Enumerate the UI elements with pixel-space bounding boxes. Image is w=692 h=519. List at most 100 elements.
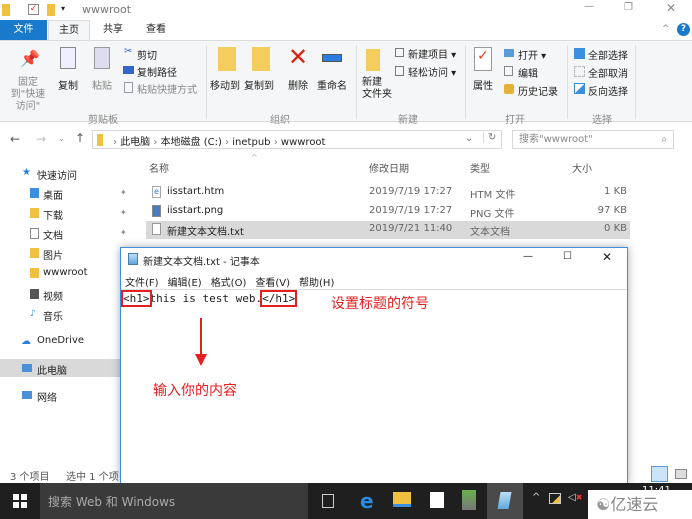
help-icon[interactable]: ? [677,23,690,36]
invert-selection-button[interactable]: 反向选择 [588,83,628,98]
menu-edit[interactable]: 编辑(E) [168,278,202,289]
sidebar-item-videos[interactable]: 视频 [43,288,63,303]
paste-shortcut-button[interactable]: 粘贴快捷方式 [137,81,197,96]
recent-dropdown-icon[interactable]: ⌄ [58,134,65,143]
open-tag-text: <h1> [121,290,152,307]
divider [356,45,357,119]
pin-icon[interactable]: ✦ [120,208,127,217]
new-item-button[interactable]: 新建项目 ▾ [408,46,456,61]
sidebar-item-quick-access[interactable]: 快速访问 [37,167,77,182]
column-header-date[interactable]: 修改日期 [369,160,409,175]
address-dropdown-icon[interactable]: ⌄ [465,133,473,144]
menu-file[interactable]: 文件(F) [125,278,159,289]
show-hidden-icons[interactable]: ^ [532,492,540,503]
table-row[interactable]: iisstart.png 2019/7/19 17:27 PNG 文件 97 K… [146,203,630,221]
edge-icon[interactable]: e [360,489,374,513]
column-header-size[interactable]: 大小 [572,160,592,175]
table-row-selected[interactable]: 新建文本文档.txt 2019/7/21 11:40 文本文档 0 KB [146,221,630,239]
breadcrumb-wwwroot[interactable]: wwwroot [281,137,326,148]
tab-share[interactable]: 共享 [92,20,134,40]
menu-view[interactable]: 查看(V) [255,278,290,289]
table-row[interactable]: e iisstart.htm 2019/7/19 17:27 HTM 文件 1 … [146,184,630,202]
sidebar-item-wwwroot[interactable]: wwwroot [43,267,88,278]
sidebar-item-this-pc[interactable]: 此电脑 [37,362,67,377]
select-none-button[interactable]: 全部取消 [588,65,628,80]
open-button[interactable]: 打开 ▾ [518,47,546,62]
sidebar-item-onedrive[interactable]: OneDrive [37,335,84,346]
tab-home[interactable]: 主页 [48,20,90,41]
column-header-name[interactable]: 名称 [149,160,169,175]
new-folder-button[interactable]: 新建 文件夹 [362,77,392,101]
tab-file[interactable]: 文件 [0,20,47,40]
customize-dropdown-icon[interactable]: ▾ [61,4,65,13]
history-icon [504,84,514,94]
volume-muted-icon[interactable]: ◁✖ [568,492,582,503]
minimize-button[interactable]: — [584,1,594,12]
breadcrumb-inetpub[interactable]: inetpub [232,137,270,148]
back-button[interactable]: ← [10,132,20,146]
paste-button[interactable]: 粘贴 [92,77,112,92]
taskbar-search-placeholder: 搜索 Web 和 Windows [48,495,176,509]
refresh-icon[interactable]: ↻ [483,132,496,143]
sidebar-item-music[interactable]: 音乐 [43,308,63,323]
easy-access-icon [395,66,404,76]
close-button[interactable]: ✕ [666,1,676,15]
properties-quick-icon[interactable]: ✓ [28,4,39,15]
file-date: 2019/7/19 17:27 [369,205,453,216]
rename-button[interactable]: 重命名 [317,77,347,92]
pin-icon[interactable]: ✦ [120,188,127,197]
sidebar-item-downloads[interactable]: 下载 [43,207,63,222]
menu-help[interactable]: 帮助(H) [299,278,334,289]
tab-view[interactable]: 查看 [135,20,177,40]
address-bar[interactable]: › 此电脑 › 本地磁盘 (C:) › inetpub › wwwroot ⌄ … [92,130,502,149]
edit-button[interactable]: 编辑 [518,65,538,80]
delete-button[interactable]: 删除 [288,77,308,92]
details-view-button[interactable] [651,466,668,482]
easy-access-button[interactable]: 轻松访问 ▾ [408,64,456,79]
copy-path-button[interactable]: 复制路径 [137,64,177,79]
breadcrumb-local-disk[interactable]: 本地磁盘 (C:) [161,137,222,148]
sidebar-item-pictures[interactable]: 图片 [43,247,63,262]
menu-format[interactable]: 格式(O) [211,278,247,289]
notepad-close-button[interactable]: ✕ [602,250,612,264]
new-folder-quick-icon[interactable] [47,4,55,16]
server-manager-icon[interactable] [462,490,476,510]
pin-icon[interactable]: ✦ [120,228,127,237]
forward-button[interactable]: → [36,132,46,146]
sort-arrow-icon: ^ [251,153,258,162]
move-to-icon [218,47,236,71]
notepad-icon [497,492,512,509]
store-icon[interactable] [430,492,444,508]
notepad-taskbar-button[interactable] [487,483,523,519]
sidebar-item-network[interactable]: 网络 [37,389,57,404]
windows-start-icon[interactable] [13,494,27,508]
notepad-maximize-button[interactable]: ☐ [563,251,572,262]
collapse-ribbon-icon[interactable]: ^ [662,24,670,34]
cut-button[interactable]: 剪切 [137,47,157,62]
pin-quick-access-button[interactable]: 固定到"快速访问" [6,77,50,113]
annotation-arrow [200,318,202,356]
file-explorer-icon[interactable] [393,492,411,507]
properties-button[interactable]: 属性 [473,77,493,92]
search-input[interactable]: 搜索"wwwroot" ⌕ [512,130,674,149]
copy-to-button[interactable]: 复制到 [244,77,274,92]
select-all-button[interactable]: 全部选择 [588,47,628,62]
sidebar-item-desktop[interactable]: 桌面 [43,187,63,202]
text-file-icon [152,223,161,235]
taskbar-search-box[interactable]: 搜索 Web 和 Windows [40,483,308,519]
move-to-button[interactable]: 移动到 [210,77,240,92]
copy-button[interactable]: 复制 [58,77,78,92]
sidebar-item-documents[interactable]: 文档 [43,227,63,242]
file-name: 新建文本文档.txt [167,227,244,238]
large-icons-view-button[interactable] [675,469,687,479]
notepad-minimize-button[interactable]: — [523,251,533,262]
up-button[interactable]: ↑ [75,131,85,145]
network-warning-icon[interactable] [549,493,561,504]
task-view-icon[interactable] [322,494,334,508]
column-header-type[interactable]: 类型 [470,160,490,175]
breadcrumb-this-pc[interactable]: 此电脑 [120,137,150,148]
maximize-button[interactable]: ❐ [624,2,633,13]
history-button[interactable]: 历史记录 [518,83,558,98]
status-selected-count: 选中 1 个项 [66,472,119,483]
open-icon [504,49,514,57]
